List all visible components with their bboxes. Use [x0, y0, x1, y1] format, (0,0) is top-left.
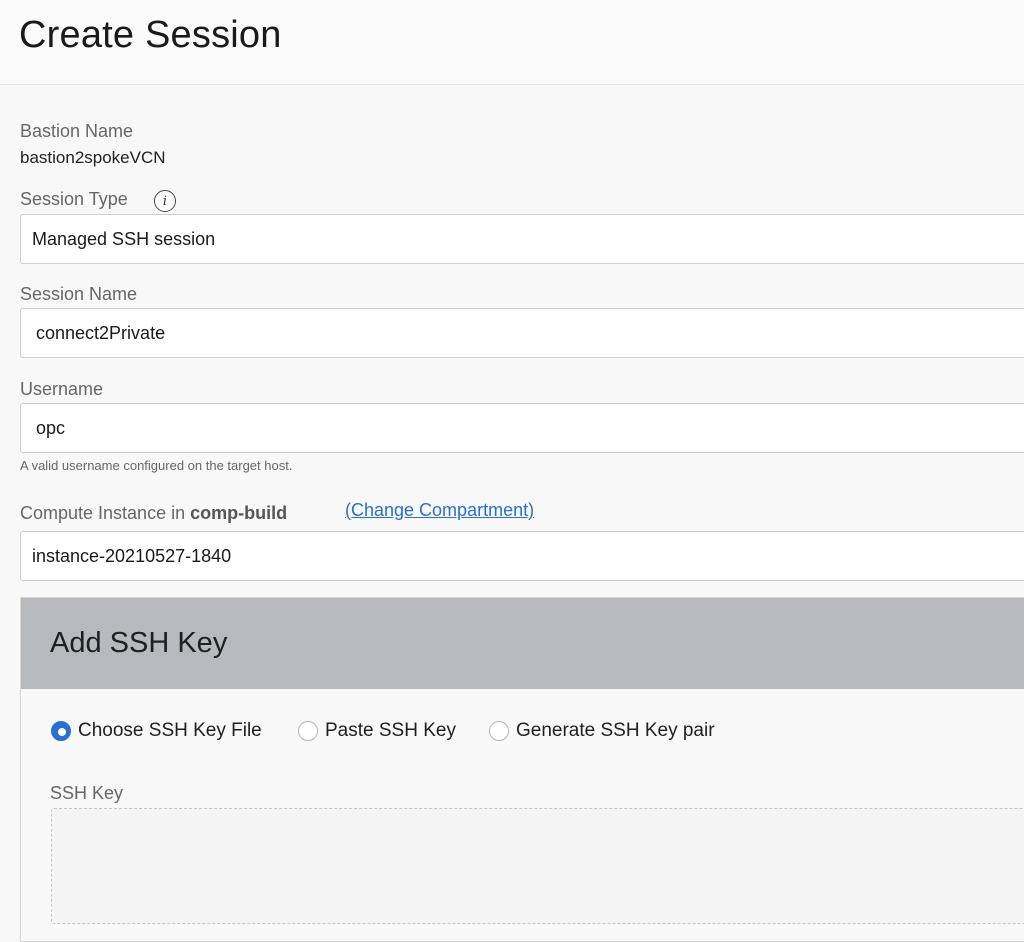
radio-paste-ssh-key[interactable]: Paste SSH Key: [298, 720, 456, 742]
ssh-key-dropzone[interactable]: [51, 808, 1024, 924]
info-icon[interactable]: i: [154, 190, 176, 212]
radio-generate-ssh-key-pair[interactable]: Generate SSH Key pair: [489, 720, 715, 742]
add-ssh-key-header: Add SSH Key: [21, 598, 1024, 689]
compute-instance-value: instance-20210527-1840: [32, 545, 232, 566]
username-value: opc: [36, 417, 66, 438]
change-compartment-link[interactable]: (Change Compartment): [345, 500, 534, 521]
radio-label: Paste SSH Key: [325, 720, 456, 741]
radio-unchecked-icon[interactable]: [489, 721, 509, 741]
username-input[interactable]: opc: [20, 403, 1024, 453]
page-title: Create Session: [19, 14, 282, 56]
compartment-name: comp-build: [190, 503, 288, 523]
radio-choose-ssh-key-file[interactable]: Choose SSH Key File: [51, 720, 262, 742]
bastion-name-value: bastion2spokeVCN: [20, 148, 166, 167]
session-name-input[interactable]: connect2Private: [20, 308, 1024, 358]
username-helper-text: A valid username configured on the targe…: [20, 458, 293, 473]
session-type-select[interactable]: Managed SSH session: [20, 214, 1024, 264]
bastion-name-label: Bastion Name: [20, 121, 134, 141]
add-ssh-key-title: Add SSH Key: [50, 627, 228, 659]
compute-instance-label-prefix: Compute Instance in: [20, 503, 186, 523]
ssh-key-label: SSH Key: [50, 783, 124, 803]
compute-instance-label: Compute Instance in comp-build: [20, 503, 287, 524]
radio-checked-icon[interactable]: [51, 721, 71, 741]
session-type-value: Managed SSH session: [32, 228, 216, 249]
username-label: Username: [20, 379, 104, 399]
add-ssh-key-panel: Add SSH Key Choose SSH Key File Paste SS…: [20, 597, 1024, 942]
radio-unchecked-icon[interactable]: [298, 721, 318, 741]
compute-instance-select[interactable]: instance-20210527-1840: [20, 531, 1024, 581]
radio-label: Choose SSH Key File: [78, 720, 262, 741]
page-header: Create Session: [0, 0, 1024, 85]
radio-label: Generate SSH Key pair: [516, 720, 715, 741]
session-name-label: Session Name: [20, 284, 138, 304]
session-name-value: connect2Private: [36, 322, 166, 343]
session-type-label: Session Type: [20, 189, 128, 209]
